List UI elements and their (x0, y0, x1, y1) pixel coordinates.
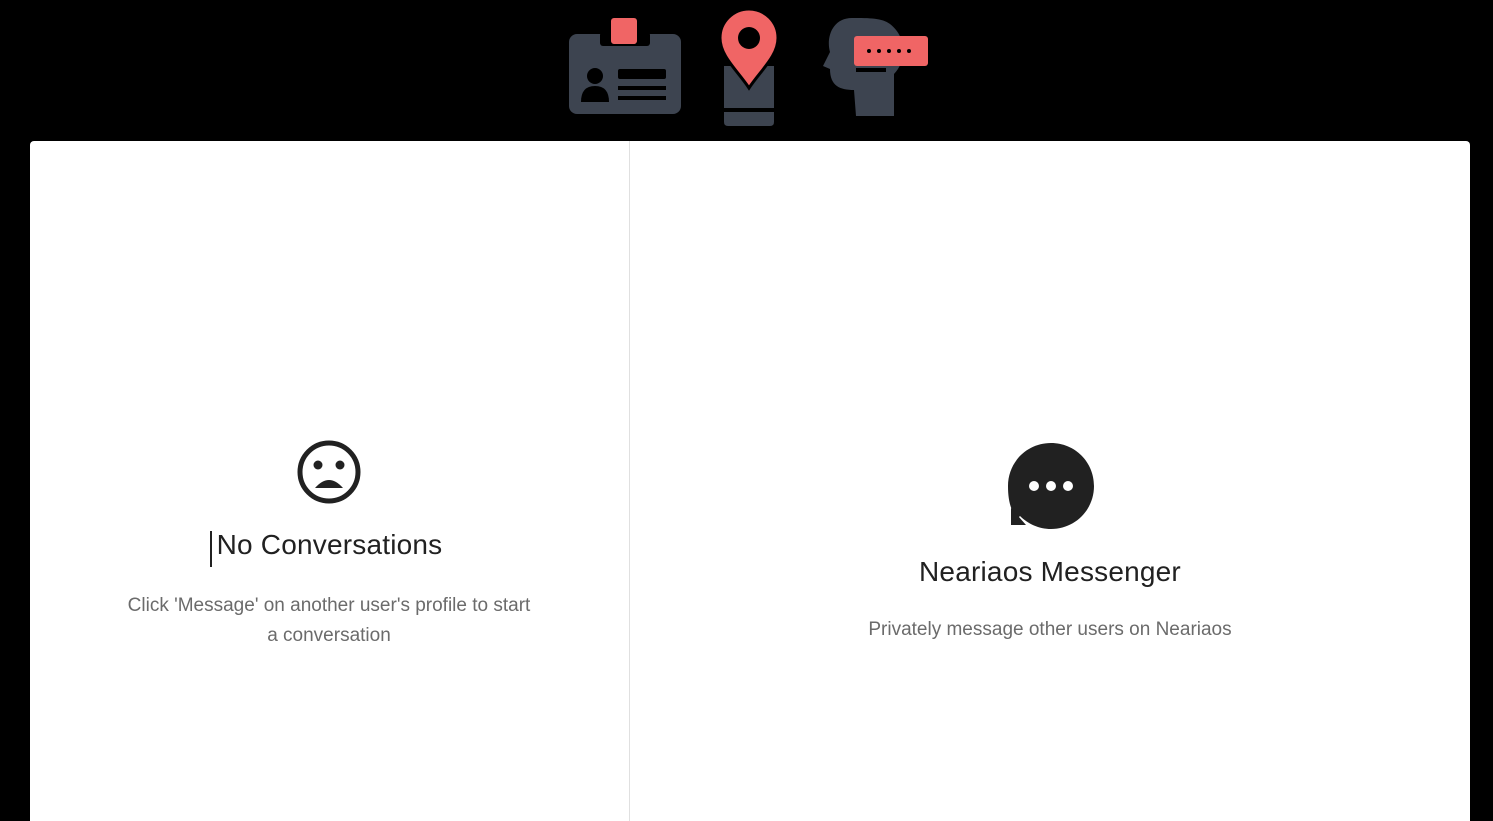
map-pin-icon[interactable] (716, 6, 782, 128)
empty-state-title: No Conversations (216, 529, 443, 560)
empty-state-message: Click 'Message' on another user's profil… (127, 595, 531, 646)
messages-panel: No Conversations Click 'Message' on anot… (30, 141, 1470, 821)
id-card-icon[interactable] (566, 14, 684, 118)
conversation-list: No Conversations Click 'Message' on anot… (30, 141, 630, 821)
sad-face-icon (297, 440, 361, 504)
chat-bubble-icon (1008, 443, 1094, 529)
head-password-icon[interactable] (820, 16, 930, 118)
messenger-subtitle: Privately message other users on Neariao… (868, 619, 1232, 640)
messenger-title: Neariaos Messenger (919, 556, 1181, 587)
messenger-welcome: Neariaos Messenger Privately message oth… (630, 141, 1470, 821)
top-bar (0, 0, 1493, 141)
